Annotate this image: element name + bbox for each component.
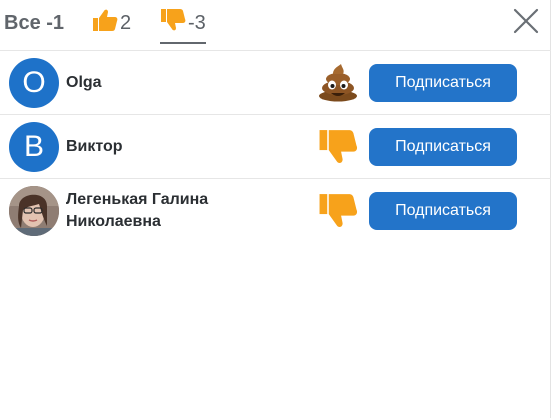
subscribe-button[interactable]: Подписаться — [369, 64, 517, 102]
list-item: Легенькая Галина Николаевна Подписаться — [0, 179, 551, 242]
tab-all-label: Все -1 — [4, 11, 65, 34]
thumbs-down-icon — [316, 191, 360, 231]
close-icon[interactable] — [511, 6, 541, 36]
avatar[interactable]: O — [9, 58, 59, 108]
user-name[interactable]: Легенькая Галина Николаевна — [66, 179, 266, 242]
subscribe-button[interactable]: Подписаться — [369, 128, 517, 166]
reactions-panel: Все -1 2 -3 O Olga Подписаться В Виктор … — [0, 0, 551, 418]
tab-dislikes[interactable]: -3 — [160, 0, 206, 46]
thumbs-up-icon — [92, 8, 118, 38]
avatar-letter: O — [22, 66, 46, 99]
avatar-photo — [9, 186, 59, 236]
list-item: O Olga Подписаться — [0, 51, 551, 115]
tab-all[interactable]: Все -1 — [4, 0, 64, 46]
dislikes-count: -3 — [188, 11, 206, 34]
avatar[interactable] — [9, 186, 59, 236]
reactions-list: O Olga Подписаться В Виктор Подписаться … — [0, 51, 551, 242]
thumbs-down-icon — [316, 127, 360, 167]
user-name[interactable]: Olga — [66, 51, 266, 114]
avatar-letter: В — [23, 130, 44, 163]
avatar[interactable]: В — [9, 122, 59, 172]
poop-emoji-icon — [316, 63, 360, 103]
reactions-header: Все -1 2 -3 — [0, 0, 551, 51]
thumbs-down-icon — [160, 8, 186, 38]
tab-likes[interactable]: 2 — [92, 0, 131, 46]
subscribe-button[interactable]: Подписаться — [369, 192, 517, 230]
likes-count: 2 — [120, 11, 132, 34]
list-item: В Виктор Подписаться — [0, 115, 551, 179]
user-name[interactable]: Виктор — [66, 115, 266, 178]
